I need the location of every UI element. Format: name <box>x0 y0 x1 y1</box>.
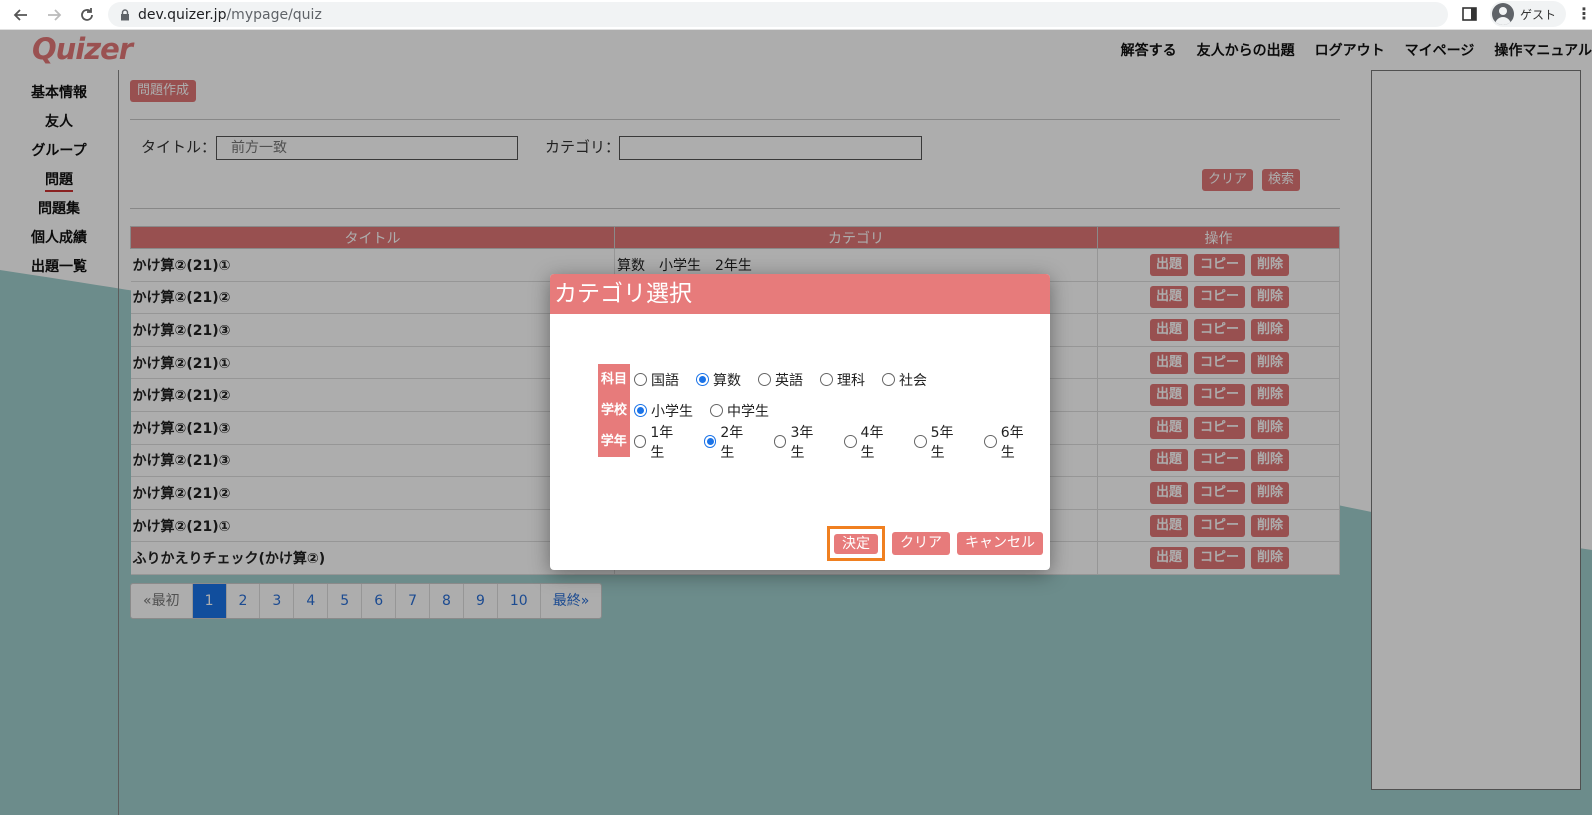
radio-icon[interactable] <box>633 435 647 448</box>
category-select-modal: カテゴリ選択 科目 国語 算数 英語 理科 社会 学校 小学生 中学生 学年 1年生 2年生… <box>550 274 1050 570</box>
grade-option-label: 2年生 <box>720 424 744 461</box>
profile-button[interactable]: ゲスト <box>1490 1 1567 27</box>
page: Quizer 解答する 友人からの出題 ログアウト マイページ 操作マニュアル … <box>0 30 1592 815</box>
grade-option[interactable]: 3年生 <box>773 422 827 462</box>
address-bar[interactable]: dev.quizer.jp/mypage/quiz <box>108 2 1448 27</box>
back-icon[interactable] <box>9 3 33 27</box>
forward-icon[interactable] <box>42 3 66 27</box>
radio-icon[interactable] <box>703 435 717 448</box>
grade-option[interactable]: 1年生 <box>633 422 687 462</box>
grade-option[interactable]: 5年生 <box>913 422 967 462</box>
radio-icon[interactable] <box>773 435 787 448</box>
url-path: /mypage/quiz <box>226 6 322 23</box>
radio-icon[interactable] <box>696 373 709 386</box>
profile-label: ゲスト <box>1520 7 1557 22</box>
radio-icon[interactable] <box>983 435 997 448</box>
school-option-label: 中学生 <box>727 403 769 420</box>
subject-option[interactable]: 社会 <box>882 370 927 390</box>
decide-button[interactable]: 決定 <box>834 534 878 554</box>
subject-label: 科目 <box>598 364 630 395</box>
modal-clear-button[interactable]: クリア <box>892 532 950 555</box>
modal-title: カテゴリ選択 <box>550 274 1050 314</box>
reload-icon[interactable] <box>75 3 99 27</box>
grade-option[interactable]: 2年生 <box>703 422 757 462</box>
grade-option-label: 6年生 <box>1000 424 1024 461</box>
grade-option-label: 1年生 <box>650 424 674 461</box>
school-option-label: 小学生 <box>651 403 693 420</box>
school-option[interactable]: 小学生 <box>634 401 693 421</box>
radio-icon[interactable] <box>634 373 647 386</box>
radio-icon[interactable] <box>820 373 833 386</box>
category-form: 科目 国語 算数 英語 理科 社会 学校 小学生 中学生 学年 1年生 2年生 3年生 4年生 5… <box>598 364 1050 461</box>
modal-cancel-button[interactable]: キャンセル <box>957 532 1043 555</box>
decide-highlight: 決定 <box>827 526 885 561</box>
grade-label: 学年 <box>598 426 630 457</box>
radio-icon[interactable] <box>882 373 895 386</box>
subject-option-label: 社会 <box>899 372 927 389</box>
url-host: dev.quizer.jp <box>138 6 227 23</box>
grade-option-label: 3年生 <box>790 424 814 461</box>
subject-option-label: 理科 <box>837 372 865 389</box>
menu-kebab-icon[interactable]: ⋮ <box>1576 6 1592 22</box>
grade-option-label: 4年生 <box>860 424 884 461</box>
grade-option-label: 5年生 <box>930 424 954 461</box>
subject-option[interactable]: 算数 <box>696 370 741 390</box>
avatar-icon <box>1492 3 1514 25</box>
radio-icon[interactable] <box>710 404 723 417</box>
subject-option[interactable]: 英語 <box>758 370 803 390</box>
school-label: 学校 <box>598 395 630 426</box>
grade-option[interactable]: 6年生 <box>983 422 1037 462</box>
grade-option[interactable]: 4年生 <box>843 422 897 462</box>
lock-icon <box>120 8 130 21</box>
subject-option[interactable]: 国語 <box>634 370 679 390</box>
grade-row: 学年 1年生 2年生 3年生 4年生 5年生 6年生 <box>598 425 1050 461</box>
radio-icon[interactable] <box>913 435 927 448</box>
subject-option-label: 英語 <box>775 372 803 389</box>
radio-icon[interactable] <box>758 373 771 386</box>
radio-icon[interactable] <box>634 404 647 417</box>
subject-option-label: 算数 <box>713 372 741 389</box>
subject-row: 科目 国語 算数 英語 理科 社会 <box>598 364 1050 395</box>
subject-option-label: 国語 <box>651 372 679 389</box>
radio-icon[interactable] <box>843 435 857 448</box>
browser-toolbar: dev.quizer.jp/mypage/quiz ゲスト ⋮ <box>0 0 1592 30</box>
side-panel-icon[interactable] <box>1461 5 1479 27</box>
subject-option[interactable]: 理科 <box>820 370 865 390</box>
school-option[interactable]: 中学生 <box>710 401 769 421</box>
modal-actions: 決定 クリア キャンセル <box>827 526 1043 561</box>
